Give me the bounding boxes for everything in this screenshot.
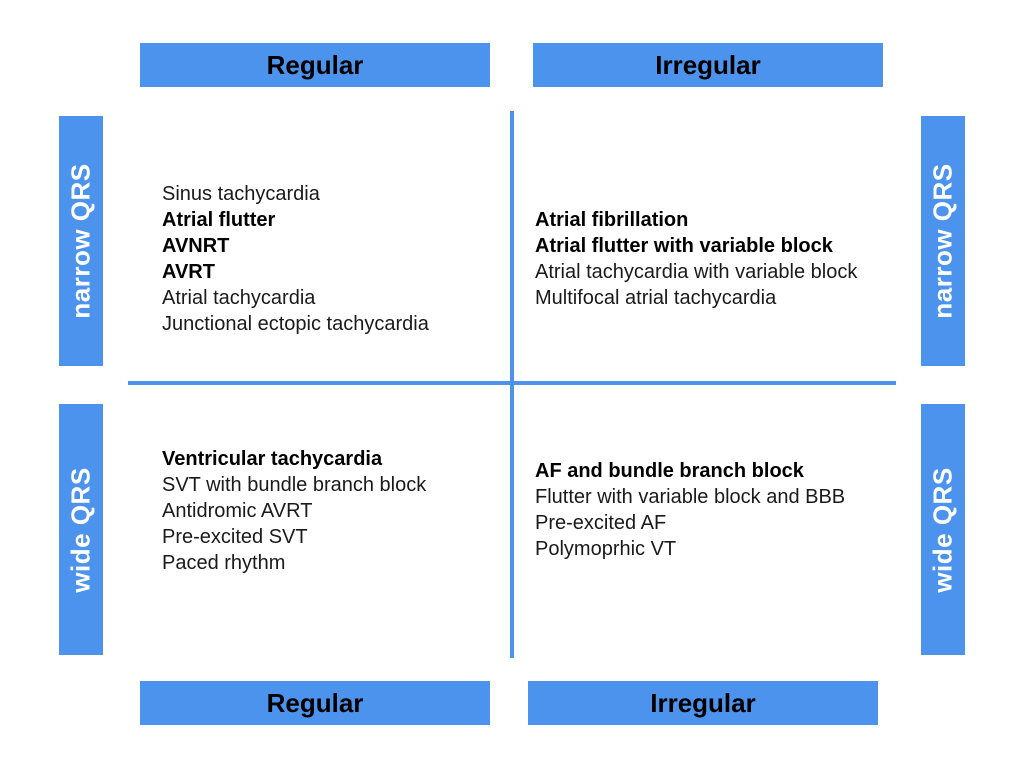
- right-wide-qrs-label: wide QRS: [921, 404, 965, 655]
- horizontal-divider: [128, 381, 896, 385]
- right-narrow-qrs-text: narrow QRS: [927, 163, 958, 319]
- right-narrow-qrs-label: narrow QRS: [921, 116, 965, 366]
- list-item: Antidromic AVRT: [162, 500, 313, 522]
- list-item: AVRT: [162, 261, 215, 283]
- wide-regular-list: Ventricular tachycardia SVT with bundle b…: [162, 446, 426, 576]
- list-item: Pre-excited AF: [535, 512, 667, 534]
- bottom-regular-label: Regular: [140, 681, 490, 725]
- narrow-regular-list: Sinus tachycardia Atrial flutter AVNRT AVRT…: [162, 181, 429, 337]
- list-item: Atrial fibrillation: [535, 209, 689, 231]
- left-wide-qrs-text: wide QRS: [65, 466, 96, 593]
- list-item: Atrial tachycardia with variable block: [535, 261, 858, 283]
- list-item: AVNRT: [162, 235, 230, 257]
- top-regular-label: Regular: [140, 43, 490, 87]
- list-item: Junctional ectopic tachycardia: [162, 313, 429, 335]
- left-wide-qrs-label: wide QRS: [59, 404, 103, 655]
- list-item: AF and bundle branch block: [535, 460, 804, 482]
- left-narrow-qrs-label: narrow QRS: [59, 116, 103, 366]
- list-item: Multifocal atrial tachycardia: [535, 287, 777, 309]
- list-item: Paced rhythm: [162, 552, 286, 574]
- list-item: SVT with bundle branch block: [162, 474, 427, 496]
- list-item: Ventricular tachycardia: [162, 448, 383, 470]
- list-item: Atrial flutter with variable block: [535, 235, 833, 257]
- list-item: Atrial flutter: [162, 209, 276, 231]
- list-item: Sinus tachycardia: [162, 183, 320, 205]
- wide-irregular-list: AF and bundle branch block Flutter with v…: [535, 458, 845, 562]
- list-item: Flutter with variable block and BBB: [535, 486, 846, 508]
- right-wide-qrs-text: wide QRS: [927, 466, 958, 593]
- list-item: Polymoprhic VT: [535, 538, 677, 560]
- narrow-irregular-list: Atrial fibrillation Atrial flutter with v…: [535, 207, 857, 311]
- list-item: Atrial tachycardia: [162, 287, 316, 309]
- list-item: Pre-excited SVT: [162, 526, 308, 548]
- left-narrow-qrs-text: narrow QRS: [65, 163, 96, 319]
- top-irregular-label: Irregular: [533, 43, 883, 87]
- bottom-irregular-label: Irregular: [528, 681, 878, 725]
